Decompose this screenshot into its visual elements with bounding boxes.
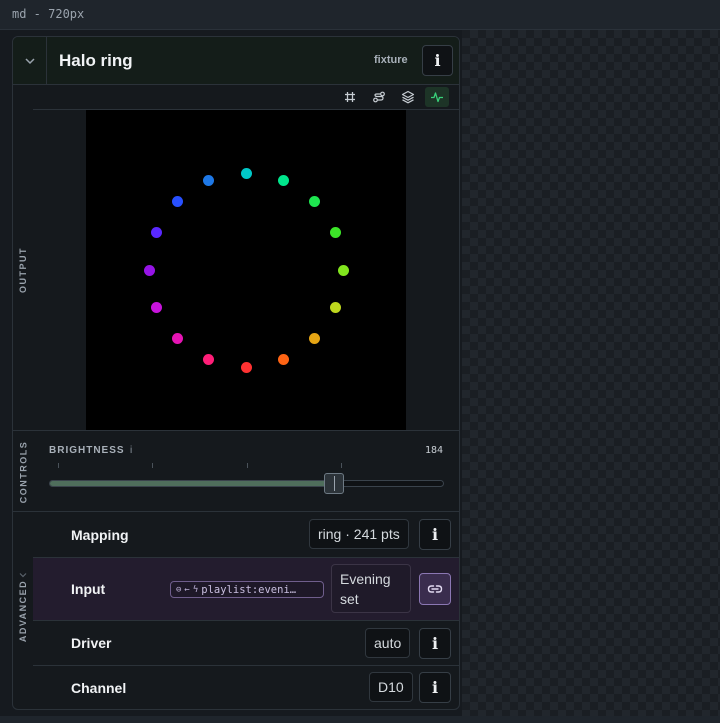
- slider-tick: [247, 463, 248, 468]
- led-point: [277, 174, 289, 186]
- led-point: [309, 333, 321, 345]
- input-binding-chip[interactable]: ⊖ ← ϟ playlist:eveni…: [170, 581, 324, 598]
- grid-icon: [345, 92, 355, 102]
- route-icon: [373, 91, 385, 103]
- led-point: [330, 227, 342, 239]
- activity-tool-button[interactable]: [425, 87, 449, 107]
- input-binding-text: playlist:eveni…: [201, 583, 297, 596]
- header-info-button[interactable]: i: [422, 45, 453, 76]
- input-row: Input ⊖ ← ϟ playlist:eveni… Evening set: [33, 558, 459, 621]
- bolt-icon: ϟ: [192, 584, 199, 595]
- link-icon: ⊖: [176, 584, 182, 595]
- led-point: [277, 354, 289, 366]
- arrow-left-icon: ←: [184, 584, 190, 595]
- channel-value[interactable]: D10: [369, 672, 413, 702]
- brightness-slider-fill: [50, 481, 334, 486]
- bottom-strip: [0, 716, 720, 723]
- grid-tool-button[interactable]: [338, 87, 362, 107]
- brightness-info-icon[interactable]: i: [130, 445, 132, 456]
- input-value-line2: set: [340, 591, 359, 607]
- controls-section: CONTROLS BRIGHTNESS i 184: [13, 432, 459, 512]
- led-point: [143, 264, 155, 276]
- led-point: [203, 354, 215, 366]
- driver-label: Driver: [71, 635, 112, 651]
- input-label: Input: [71, 581, 106, 597]
- panel-header: Halo ring fixture i: [13, 37, 459, 85]
- led-point: [337, 264, 349, 276]
- led-point: [171, 333, 183, 345]
- chevron-down-icon[interactable]: [17, 569, 29, 581]
- panel-title: Halo ring: [59, 51, 133, 70]
- brightness-slider[interactable]: [49, 473, 444, 494]
- driver-value[interactable]: auto: [365, 628, 411, 658]
- driver-row: Driver auto i: [33, 621, 459, 666]
- mapping-value[interactable]: ring · 241 pts: [309, 519, 409, 549]
- brightness-label: BRIGHTNESS: [49, 445, 125, 456]
- fixture-tag: fixture: [374, 54, 408, 66]
- output-preview-canvas: [86, 110, 406, 430]
- mapping-row: Mapping ring · 241 pts i: [33, 513, 459, 558]
- chevron-down-icon: [24, 57, 35, 64]
- route-tool-button[interactable]: [367, 87, 391, 107]
- controls-section-label: CONTROLS: [18, 440, 28, 504]
- input-value[interactable]: Evening set: [331, 564, 411, 613]
- link-icon: [427, 585, 443, 593]
- output-section-label: OUTPUT: [18, 247, 28, 293]
- output-toolbar: [33, 85, 459, 110]
- led-point: [330, 301, 342, 313]
- layers-tool-button[interactable]: [396, 87, 420, 107]
- led-point: [240, 167, 252, 179]
- advanced-section-label: ADVANCED: [18, 579, 28, 643]
- collapse-button[interactable]: [13, 37, 47, 84]
- mapping-label: Mapping: [71, 527, 129, 543]
- channel-info-button[interactable]: i: [419, 672, 451, 703]
- led-point: [203, 174, 215, 186]
- channel-label: Channel: [71, 680, 127, 696]
- window-label: md - 720px: [12, 7, 85, 21]
- window-titlebar: md - 720px: [0, 0, 720, 30]
- layers-icon: [401, 90, 415, 104]
- slider-tick: [58, 463, 59, 468]
- input-value-line1: Evening: [340, 571, 391, 587]
- led-point: [171, 195, 183, 207]
- led-point: [240, 361, 252, 373]
- slider-tick: [152, 463, 153, 468]
- led-point: [150, 301, 162, 313]
- advanced-section: ADVANCED Mapping ring · 241 pts i Input …: [13, 513, 459, 709]
- output-section: OUTPUT: [13, 85, 459, 431]
- led-point: [309, 195, 321, 207]
- activity-icon: [431, 92, 443, 103]
- channel-row: Channel D10 i: [33, 666, 459, 709]
- led-point: [150, 227, 162, 239]
- transparency-background: [462, 30, 720, 716]
- driver-info-button[interactable]: i: [419, 628, 451, 659]
- brightness-slider-thumb[interactable]: [323, 473, 344, 494]
- input-link-button[interactable]: [419, 573, 451, 605]
- slider-tick: [341, 463, 342, 468]
- mapping-info-button[interactable]: i: [419, 519, 451, 550]
- brightness-value: 184: [424, 445, 443, 456]
- fixture-panel: Halo ring fixture i OUTPUT CONTROLS BRIG…: [12, 36, 460, 710]
